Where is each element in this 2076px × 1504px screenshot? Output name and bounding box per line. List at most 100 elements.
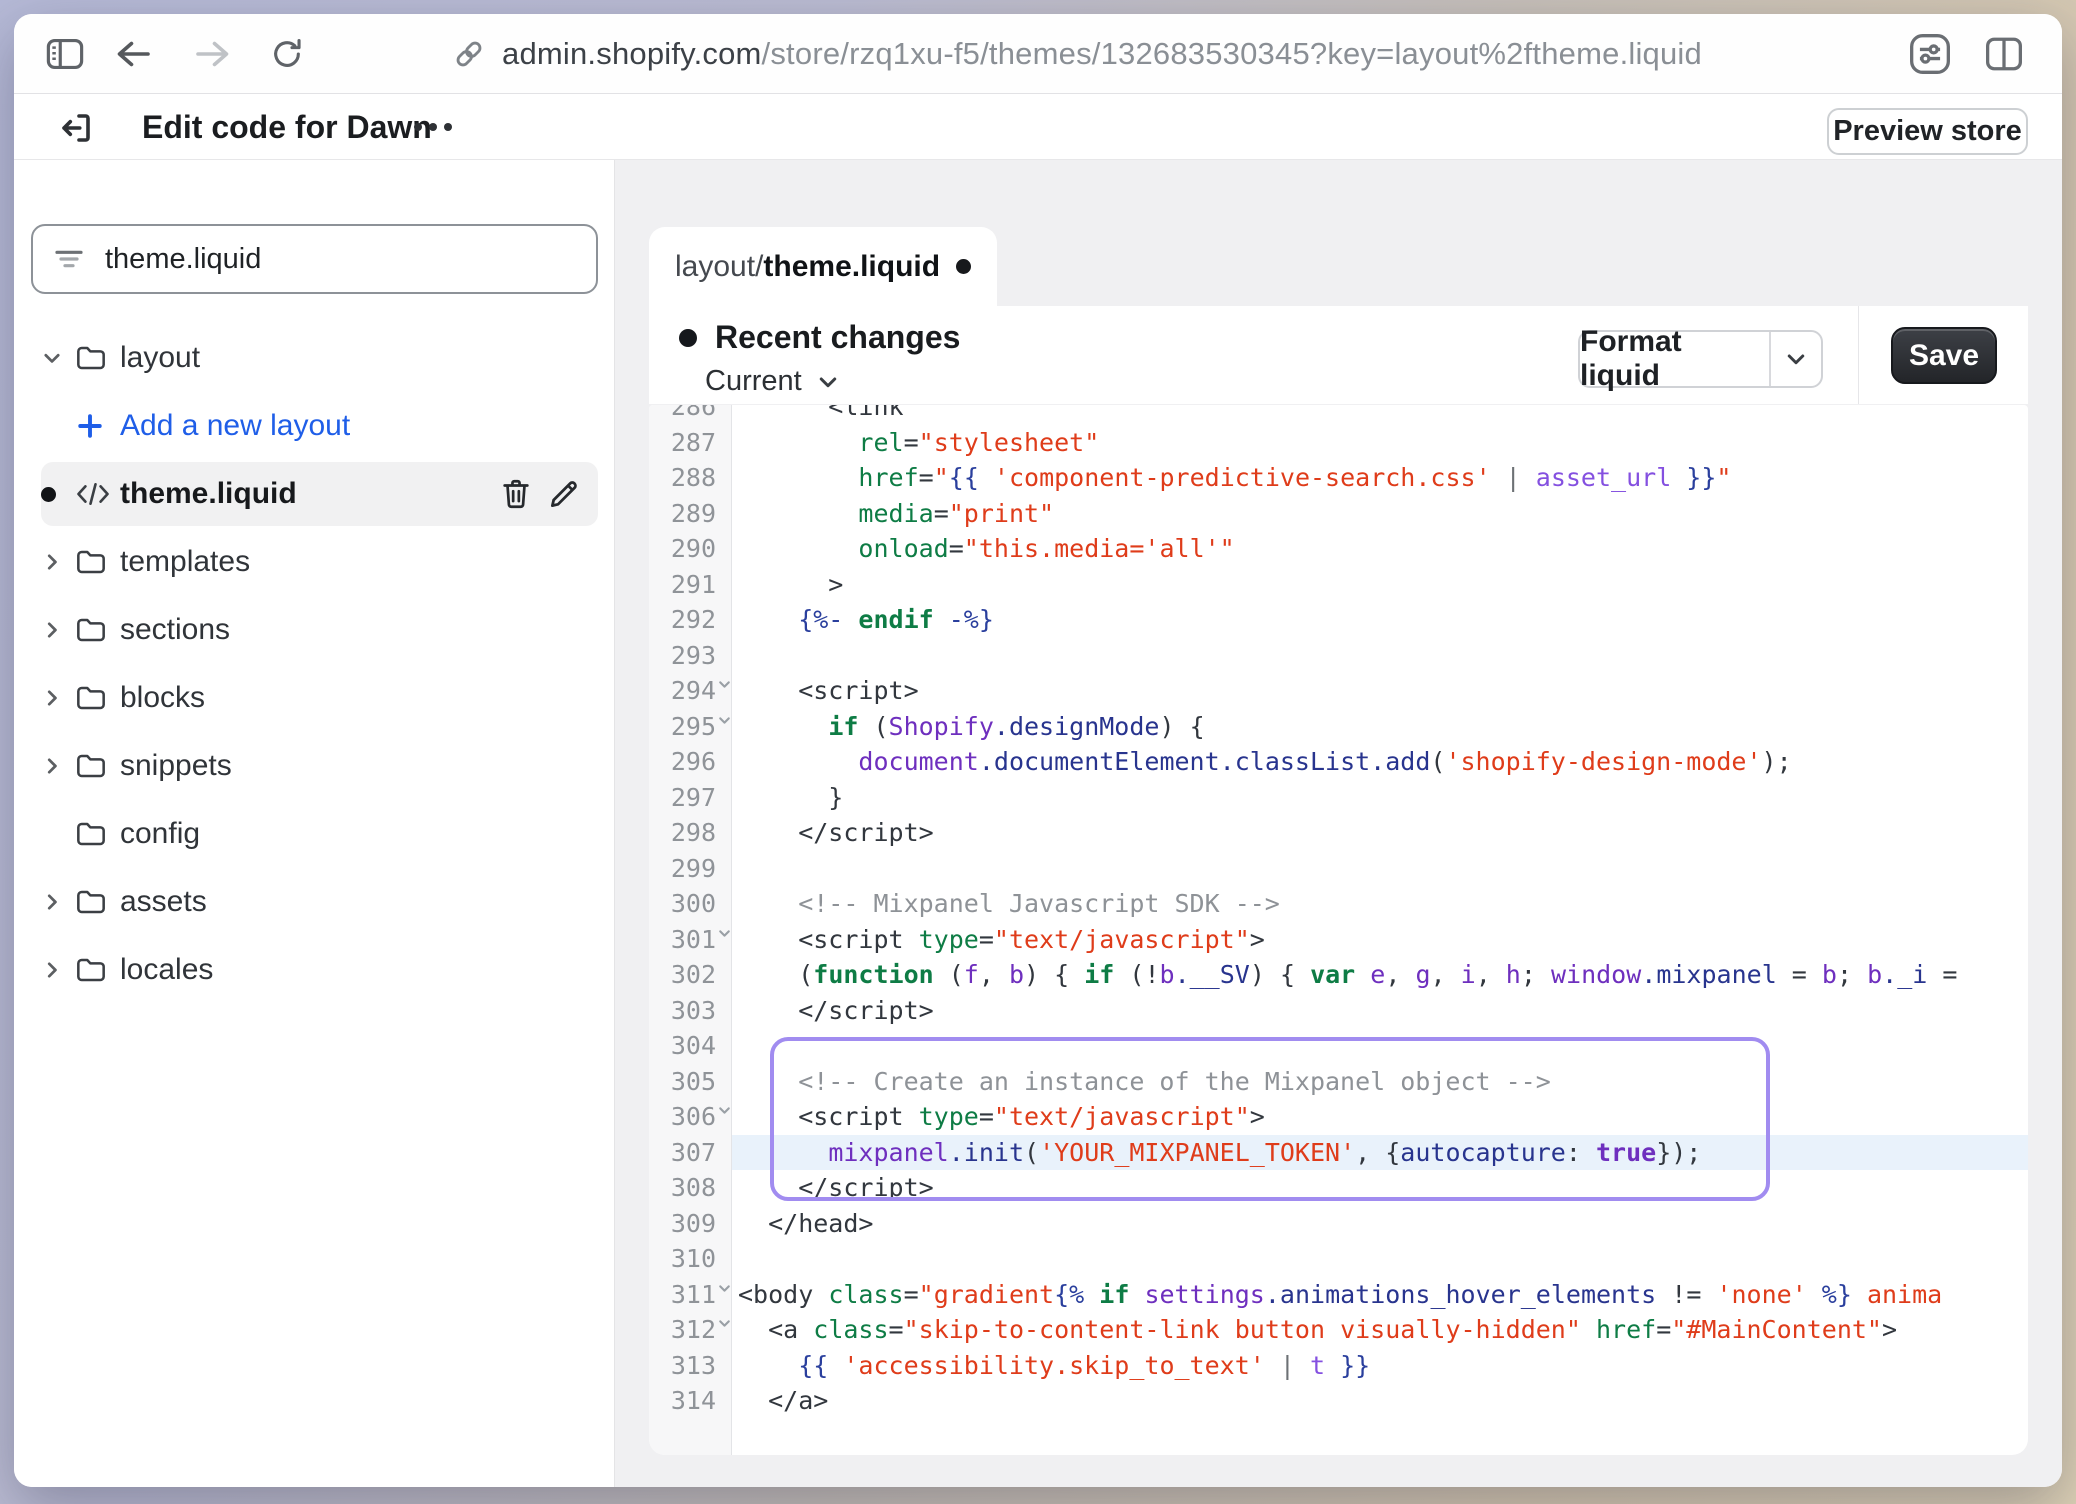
sidebar-item-label: layout — [120, 341, 200, 375]
fold-chevron-icon[interactable] — [716, 1102, 733, 1119]
code-line-314[interactable]: 314 </a> — [649, 1383, 2028, 1419]
editor-header-panel: Recent changes Current Format liquid — [649, 306, 1858, 404]
version-dropdown[interactable]: Current — [705, 365, 840, 398]
exit-editor-button[interactable] — [56, 108, 96, 148]
code-line-313[interactable]: 313 {{ 'accessibility.skip_to_text' | t … — [649, 1348, 2028, 1384]
code-text: <!-- Mixpanel Javascript SDK --> — [732, 886, 2028, 922]
code-line-300[interactable]: 300 <!-- Mixpanel Javascript SDK --> — [649, 886, 2028, 922]
app-header: Edit code for Dawn Preview store — [14, 94, 2062, 160]
url-path: /store/rzq1xu-f5/themes/132683530345?key… — [762, 36, 1702, 71]
code-line-308[interactable]: 308 </script> — [649, 1170, 2028, 1206]
sidebar-item-snippets[interactable]: snippets — [41, 734, 598, 798]
code-line-307[interactable]: 307 mixpanel.init('YOUR_MIXPANEL_TOKEN',… — [649, 1135, 2028, 1171]
file-tab-label: layout/theme.liquid — [675, 250, 940, 284]
code-line-295[interactable]: 295 if (Shopify.designMode) { — [649, 709, 2028, 745]
code-line-305[interactable]: 305 <!-- Create an instance of the Mixpa… — [649, 1064, 2028, 1100]
format-liquid-button[interactable]: Format liquid — [1578, 330, 1823, 388]
back-button[interactable] — [110, 14, 156, 94]
code-line-294[interactable]: 294 <script> — [649, 673, 2028, 709]
code-text — [732, 638, 2028, 674]
rename-file-button[interactable] — [548, 478, 580, 510]
sidebar-item-theme-liquid[interactable]: theme.liquid — [41, 462, 598, 526]
version-dropdown-label: Current — [705, 365, 802, 398]
sidebar-item-templates[interactable]: templates — [41, 530, 598, 594]
file-tree: layout Add a new layouttheme.liquidtempla… — [14, 326, 614, 1006]
code-text: media="print" — [732, 496, 2028, 532]
preview-store-button[interactable]: Preview store — [1827, 108, 2028, 155]
code-line-301[interactable]: 301 <script type="text/javascript"> — [649, 922, 2028, 958]
folder-icon — [75, 819, 120, 849]
forward-button[interactable] — [190, 14, 236, 94]
folder-icon — [75, 683, 120, 713]
sidebar-item-locales[interactable]: locales — [41, 938, 598, 1002]
chevron-down-icon — [41, 347, 75, 369]
reader-settings-icon[interactable] — [1902, 14, 1958, 94]
code-line-304[interactable]: 304 — [649, 1028, 2028, 1064]
code-line-287[interactable]: 287 rel="stylesheet" — [649, 425, 2028, 461]
line-number: 304 — [649, 1028, 732, 1064]
sidebar-item-config[interactable]: config — [41, 802, 598, 866]
code-line-286[interactable]: 286 <link — [649, 405, 2028, 425]
chevron-down-icon — [816, 370, 840, 394]
code-line-310[interactable]: 310 — [649, 1241, 2028, 1277]
sidebar-item-label: locales — [120, 953, 213, 987]
code-line-306[interactable]: 306 <script type="text/javascript"> — [649, 1099, 2028, 1135]
file-tab[interactable]: layout/theme.liquid — [649, 227, 997, 306]
code-line-292[interactable]: 292 {%- endif -%} — [649, 602, 2028, 638]
sidebar-item-blocks[interactable]: blocks — [41, 666, 598, 730]
line-number: 314 — [649, 1383, 732, 1419]
code-line-290[interactable]: 290 onload="this.media='all'" — [649, 531, 2028, 567]
sidebar-item-layout[interactable]: layout — [41, 326, 598, 390]
delete-file-button[interactable] — [500, 477, 532, 511]
code-text: <script type="text/javascript"> — [732, 922, 2028, 958]
code-line-299[interactable]: 299 — [649, 851, 2028, 887]
code-line-302[interactable]: 302 (function (f, b) { if (!b.__SV) { va… — [649, 957, 2028, 993]
sidebar-item-add-a-new-layout[interactable]: Add a new layout — [41, 394, 598, 458]
code-line-296[interactable]: 296 document.documentElement.classList.a… — [649, 744, 2028, 780]
code-line-289[interactable]: 289 media="print" — [649, 496, 2028, 532]
line-number: 308 — [649, 1170, 732, 1206]
format-liquid-dropdown[interactable] — [1769, 332, 1821, 386]
sidebar-item-label: assets — [120, 885, 207, 919]
code-line-297[interactable]: 297 } — [649, 780, 2028, 816]
fold-chevron-icon[interactable] — [716, 676, 733, 693]
save-panel: Save — [1858, 306, 2028, 404]
overflow-menu-button[interactable] — [414, 94, 452, 160]
code-line-303[interactable]: 303 </script> — [649, 993, 2028, 1029]
code-lines[interactable]: 286 <link287 rel="stylesheet"288 href="{… — [649, 405, 2028, 1419]
code-line-311[interactable]: 311<body class="gradient{% if settings.a… — [649, 1277, 2028, 1313]
page-title: Edit code for Dawn — [142, 94, 432, 160]
code-line-312[interactable]: 312 <a class="skip-to-content-link butto… — [649, 1312, 2028, 1348]
code-text: mixpanel.init('YOUR_MIXPANEL_TOKEN', {au… — [732, 1135, 2028, 1171]
fold-chevron-icon[interactable] — [716, 1315, 733, 1332]
save-button[interactable]: Save — [1891, 327, 1997, 384]
line-number: 297 — [649, 780, 732, 816]
code-text: <script type="text/javascript"> — [732, 1099, 2028, 1135]
sidebar-toggle-icon[interactable] — [40, 14, 90, 94]
chevron-right-icon — [41, 551, 75, 573]
fold-chevron-icon[interactable] — [716, 712, 733, 729]
line-number: 287 — [649, 425, 732, 461]
code-line-309[interactable]: 309 </head> — [649, 1206, 2028, 1242]
file-search-field[interactable] — [31, 224, 598, 294]
code-line-293[interactable]: 293 — [649, 638, 2028, 674]
code-editor[interactable]: 286 <link287 rel="stylesheet"288 href="{… — [649, 405, 2028, 1455]
browser-toolbar: admin.shopify.com/store/rzq1xu-f5/themes… — [14, 14, 2062, 94]
address-bar[interactable]: admin.shopify.com/store/rzq1xu-f5/themes… — [452, 14, 1702, 94]
sidebar-item-sections[interactable]: sections — [41, 598, 598, 662]
code-line-298[interactable]: 298 </script> — [649, 815, 2028, 851]
chevron-right-icon — [41, 891, 75, 913]
code-line-291[interactable]: 291 > — [649, 567, 2028, 603]
reload-button[interactable] — [264, 14, 310, 94]
code-text: <a class="skip-to-content-link button vi… — [732, 1312, 2028, 1348]
split-view-icon[interactable] — [1976, 14, 2032, 94]
fold-chevron-icon[interactable] — [716, 1280, 733, 1297]
code-line-288[interactable]: 288 href="{{ 'component-predictive-searc… — [649, 460, 2028, 496]
search-input[interactable] — [105, 243, 576, 276]
chevron-right-icon — [41, 687, 75, 709]
sidebar-item-assets[interactable]: assets — [41, 870, 598, 934]
code-text — [732, 1241, 2028, 1277]
code-icon — [75, 480, 120, 508]
code-text: {{ 'accessibility.skip_to_text' | t }} — [732, 1348, 2028, 1384]
fold-chevron-icon[interactable] — [716, 925, 733, 942]
